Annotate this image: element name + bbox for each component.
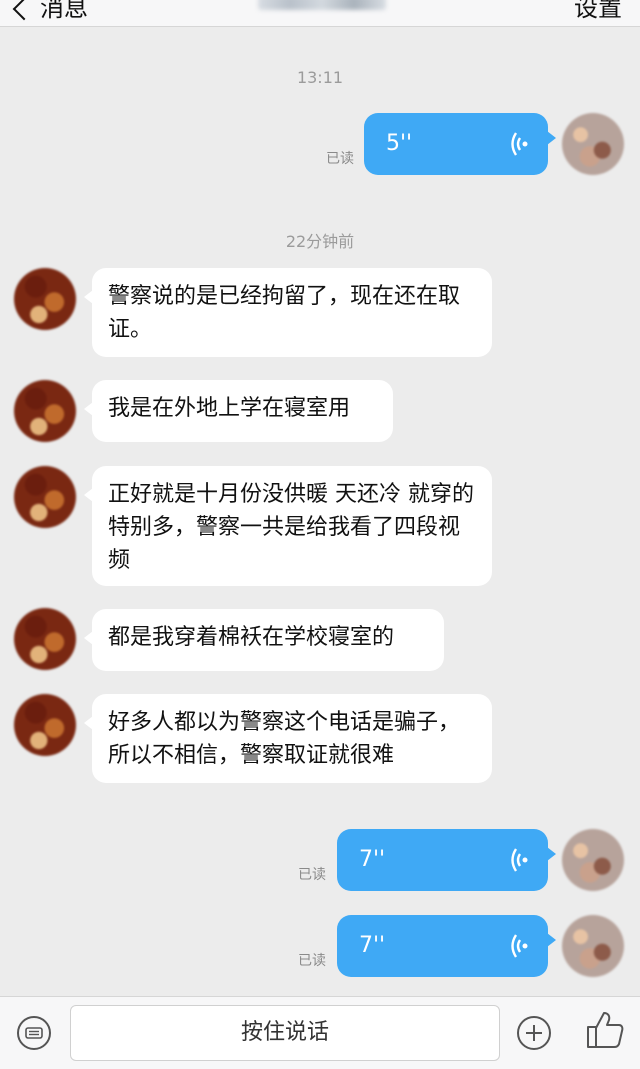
- contact-avatar[interactable]: [14, 268, 76, 330]
- settings-button[interactable]: 设置: [574, 0, 622, 23]
- message-incoming[interactable]: 好多人都以为警察这个电话是骗子，所以不相信，警察取证就很难: [84, 694, 492, 783]
- timestamp: 13:11: [296, 68, 344, 87]
- read-status: 已读: [298, 867, 326, 883]
- contact-avatar[interactable]: [14, 608, 76, 670]
- voice-keyboard-icon[interactable]: [17, 1016, 51, 1050]
- read-status: 已读: [326, 151, 354, 167]
- back-button[interactable]: 消息: [12, 0, 88, 23]
- my-avatar[interactable]: [562, 915, 624, 977]
- my-avatar[interactable]: [562, 113, 624, 175]
- contact-avatar[interactable]: [14, 466, 76, 528]
- my-avatar[interactable]: [562, 829, 624, 891]
- message-incoming[interactable]: 警察说的是已经拘留了，现在还在取证。: [84, 268, 492, 357]
- input-bar: 按住说话: [0, 996, 640, 1069]
- message-incoming[interactable]: 我是在外地上学在寝室用: [84, 380, 393, 442]
- chevron-left-icon: [12, 0, 36, 21]
- read-status: 已读: [298, 953, 326, 969]
- nav-header: 消息 设置: [0, 0, 640, 27]
- contact-avatar[interactable]: [14, 380, 76, 442]
- chat-title-blurred: [258, 0, 386, 10]
- voice-message-outgoing[interactable]: 7'': [337, 829, 556, 891]
- plus-icon[interactable]: [517, 1016, 551, 1050]
- voice-wave-icon: [511, 848, 528, 872]
- voice-wave-icon: [511, 132, 528, 156]
- back-label: 消息: [40, 0, 88, 22]
- voice-message-outgoing[interactable]: 5'': [364, 113, 556, 175]
- contact-avatar[interactable]: [14, 694, 76, 756]
- voice-duration: 5'': [386, 131, 413, 156]
- voice-message-outgoing[interactable]: 7'': [337, 915, 556, 977]
- hold-to-talk-button[interactable]: 按住说话: [70, 1005, 500, 1061]
- voice-duration: 7'': [359, 847, 386, 872]
- message-incoming[interactable]: 都是我穿着棉袄在学校寝室的: [84, 609, 444, 671]
- message-incoming[interactable]: 正好就是十月份没供暖 天还冷 就穿的特别多，警察一共是给我看了四段视频: [84, 466, 492, 586]
- voice-wave-icon: [511, 934, 528, 958]
- timestamp: 22分钟前: [285, 232, 355, 251]
- voice-duration: 7'': [359, 933, 386, 958]
- thumbs-up-icon[interactable]: [584, 1009, 626, 1051]
